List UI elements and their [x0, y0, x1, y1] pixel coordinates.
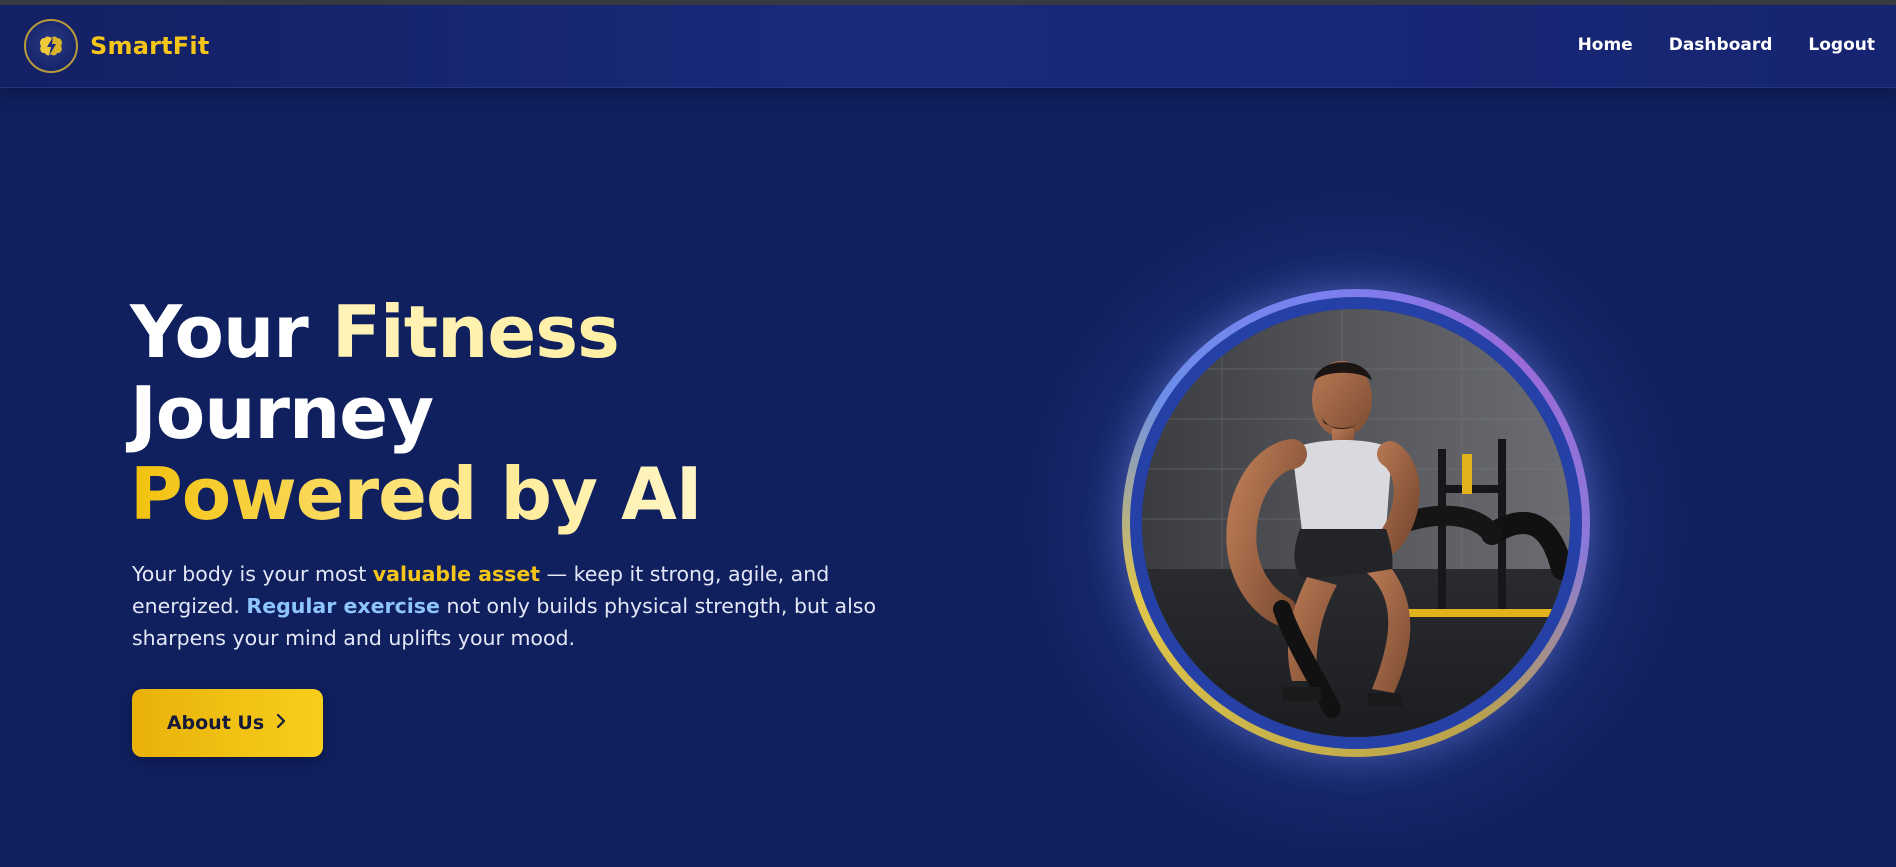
hero-desc-highlight-valuable-asset: valuable asset: [372, 562, 541, 586]
hero-title-word-fitness: Fitness: [331, 290, 620, 374]
hero-title: Your Fitness Journey Powered by AI: [130, 292, 703, 536]
nav-home-link[interactable]: Home: [1578, 35, 1633, 55]
hero-desc-text-1: Your body is your most: [132, 562, 373, 586]
hero-title-line-1: Your Fitness: [130, 292, 702, 373]
hero-title-line-2: Journey: [130, 371, 434, 455]
brain-bolt-icon: [24, 19, 78, 73]
navbar: SmartFit Home Dashboard Logout: [0, 5, 1896, 88]
chevron-right-icon: [274, 712, 288, 735]
hero-description: Your body is your most valuable asset — …: [132, 558, 912, 654]
brand-name: SmartFit: [90, 32, 210, 60]
hero-title-line-3: Powered by AI: [130, 452, 703, 536]
hero-desc-highlight-regular-exercise: Regular exercise: [246, 594, 440, 618]
main-nav: Home Dashboard Logout: [1578, 35, 1875, 55]
hero-image-frame: [1012, 179, 1700, 867]
nav-dashboard-link[interactable]: Dashboard: [1669, 35, 1773, 55]
hero-title-word-your: Your: [130, 290, 332, 374]
man-battle-ropes-gym-photo: [1142, 309, 1570, 737]
nav-logout-link[interactable]: Logout: [1808, 35, 1875, 55]
brand[interactable]: SmartFit: [24, 17, 210, 75]
about-us-button[interactable]: About Us: [132, 689, 323, 757]
about-us-label: About Us: [166, 712, 265, 734]
